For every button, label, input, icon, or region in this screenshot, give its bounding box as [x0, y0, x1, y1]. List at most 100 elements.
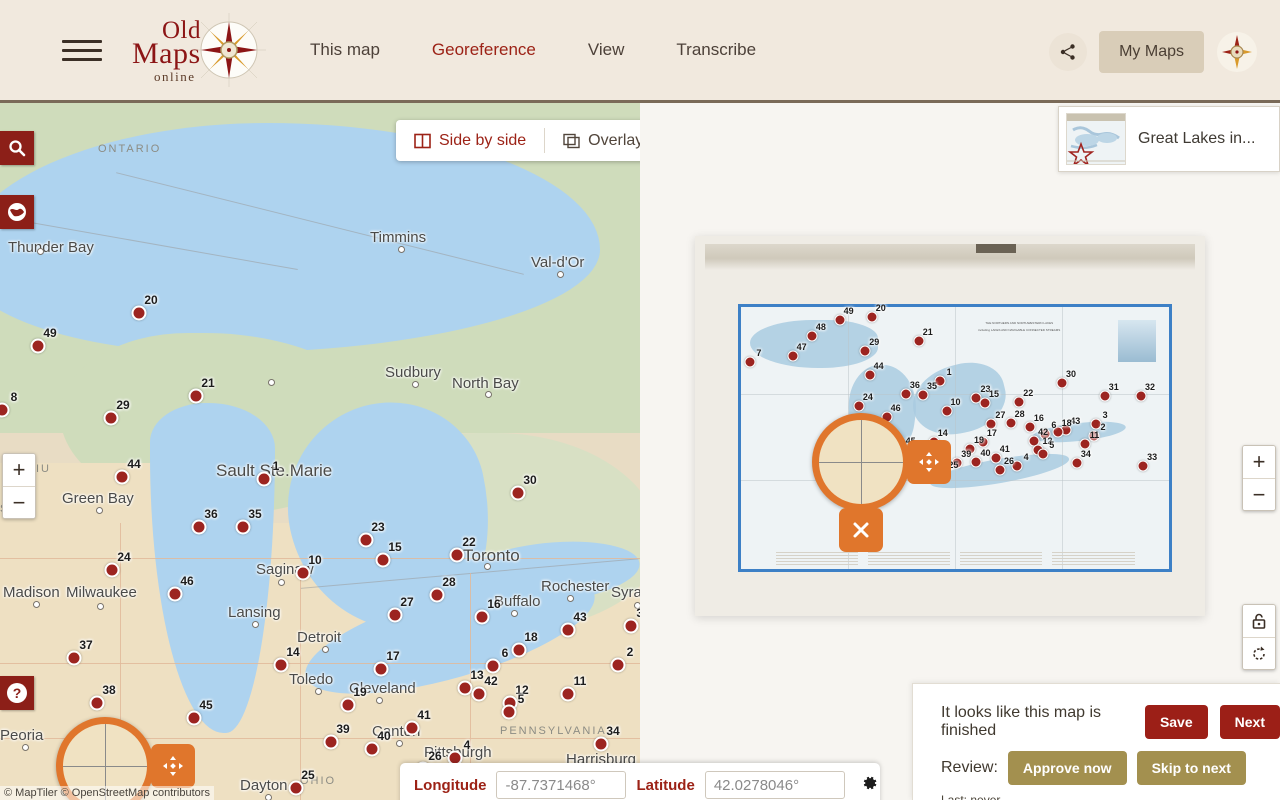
gcp-marker[interactable] [89, 695, 105, 711]
scan-gcp-magnifier[interactable] [812, 412, 911, 511]
scan-gcp-marker[interactable] [1013, 396, 1025, 408]
share-icon[interactable] [1049, 32, 1088, 71]
gcp-marker[interactable] [66, 650, 82, 666]
scan-gcp-marker[interactable] [1090, 418, 1102, 430]
gcp-marker[interactable] [501, 704, 517, 720]
scan-gcp-marker[interactable] [1011, 460, 1023, 472]
scan-gcp-marker[interactable] [917, 389, 929, 401]
scan-gcp-marker[interactable] [900, 388, 912, 400]
gcp-marker[interactable] [429, 587, 445, 603]
search-icon[interactable] [0, 131, 34, 165]
map-thumbnail-panel[interactable]: Great Lakes in... [1058, 106, 1280, 172]
user-avatar-icon[interactable] [1216, 30, 1258, 73]
gcp-marker[interactable] [387, 607, 403, 623]
longitude-input[interactable] [496, 771, 627, 799]
nav-transcribe[interactable]: Transcribe [650, 30, 782, 70]
scan-gcp-marker[interactable] [859, 345, 871, 357]
scan-gcp-marker[interactable] [806, 330, 818, 342]
scan-gcp-marker[interactable] [853, 400, 865, 412]
latitude-input[interactable] [704, 771, 845, 799]
lock-icon[interactable] [1243, 605, 1275, 637]
gcp-marker[interactable] [510, 485, 526, 501]
scan-gcp-marker[interactable] [1099, 390, 1111, 402]
gcp-marker[interactable] [131, 305, 147, 321]
gcp-marker[interactable] [593, 736, 609, 752]
gcp-marker[interactable] [104, 562, 120, 578]
gcp-marker[interactable] [364, 741, 380, 757]
gcp-marker[interactable] [373, 661, 389, 677]
left-zoom-in-button[interactable]: + [3, 454, 35, 486]
scan-gcp-marker[interactable] [979, 397, 991, 409]
gcp-marker[interactable] [511, 642, 527, 658]
scan-gcp-marker[interactable] [1052, 426, 1064, 438]
scan-gcp-marker[interactable] [834, 314, 846, 326]
scan-gcp-marker[interactable] [1039, 428, 1051, 440]
gcp-marker[interactable] [449, 547, 465, 563]
scan-gcp-marker[interactable] [1024, 421, 1036, 433]
gcp-marker[interactable] [256, 471, 272, 487]
nav-georeference[interactable]: Georeference [406, 30, 562, 70]
my-maps-button[interactable]: My Maps [1099, 30, 1204, 73]
scan-gcp-marker[interactable] [977, 436, 989, 448]
approve-now-button[interactable]: Approve now [1007, 751, 1127, 785]
globe-icon[interactable] [0, 195, 34, 229]
gcp-marker[interactable] [30, 338, 46, 354]
scan-gcp-marker[interactable] [994, 464, 1006, 476]
gcp-marker[interactable] [485, 658, 501, 674]
scan-gcp-marker[interactable] [934, 375, 946, 387]
gcp-marker[interactable] [358, 532, 374, 548]
scanned-map-viewer[interactable]: THE NORTHERN AND NORTHWESTERN LAKES incl… [695, 236, 1205, 616]
scan-gcp-marker[interactable] [970, 456, 982, 468]
reference-map[interactable]: ONTARIOSINOHIOPENNSYLVANIAIU Thunder Bay… [0, 103, 640, 800]
scan-gcp-marker[interactable] [787, 350, 799, 362]
scan-gcp-marker[interactable] [913, 335, 925, 347]
gcp-marker[interactable] [623, 618, 639, 634]
gcp-marker[interactable] [288, 780, 304, 796]
right-zoom-in-button[interactable]: + [1243, 446, 1275, 478]
scan-gcp-marker[interactable] [1056, 377, 1068, 389]
gcp-marker[interactable] [474, 609, 490, 625]
scan-gcp-marker[interactable] [864, 369, 876, 381]
gcp-marker[interactable] [457, 680, 473, 696]
gcp-marker[interactable] [273, 657, 289, 673]
skip-to-next-button[interactable]: Skip to next [1136, 751, 1246, 785]
scan-gcp-marker[interactable] [964, 443, 976, 455]
gcp-marker[interactable] [103, 410, 119, 426]
next-button[interactable]: Next [1219, 705, 1280, 739]
gcp-marker[interactable] [404, 720, 420, 736]
gcp-marker[interactable] [114, 469, 130, 485]
scan-gcp-marker[interactable] [1071, 457, 1083, 469]
help-icon[interactable]: ? [0, 676, 34, 710]
scan-gcp-marker[interactable] [1005, 417, 1017, 429]
gcp-marker[interactable] [610, 657, 626, 673]
gcp-marker[interactable] [560, 622, 576, 638]
scan-gcp-marker[interactable] [744, 356, 756, 368]
scan-gcp-marker[interactable] [1088, 430, 1100, 442]
gear-icon[interactable] [859, 773, 879, 798]
scan-map-image[interactable]: THE NORTHERN AND NORTHWESTERN LAKES incl… [738, 303, 1172, 573]
gcp-move-handle[interactable] [151, 744, 195, 788]
scan-gcp-marker[interactable] [1037, 448, 1049, 460]
scan-gcp-marker[interactable] [866, 311, 878, 323]
gcp-marker[interactable] [295, 565, 311, 581]
gcp-marker[interactable] [235, 519, 251, 535]
save-button[interactable]: Save [1144, 705, 1208, 739]
nav-view[interactable]: View [562, 30, 651, 70]
scan-gcp-marker[interactable] [1079, 438, 1091, 450]
scan-gcp-marker[interactable] [1135, 390, 1147, 402]
gcp-marker[interactable] [375, 552, 391, 568]
gcp-marker[interactable] [186, 710, 202, 726]
gcp-marker[interactable] [340, 697, 356, 713]
logo[interactable]: Old Maps online [124, 11, 266, 89]
mode-side-by-side[interactable]: Side by side [396, 120, 544, 161]
scan-gcp-delete-button[interactable] [839, 507, 884, 552]
rotate-icon[interactable] [1243, 637, 1275, 669]
nav-this-map[interactable]: This map [284, 30, 406, 70]
gcp-marker[interactable] [167, 586, 183, 602]
scan-gcp-marker[interactable] [985, 418, 997, 430]
gcp-marker[interactable] [323, 734, 339, 750]
gcp-marker[interactable] [560, 686, 576, 702]
scan-gcp-marker[interactable] [941, 405, 953, 417]
right-zoom-out-button[interactable]: − [1243, 478, 1275, 510]
scan-gcp-marker[interactable] [951, 457, 963, 469]
